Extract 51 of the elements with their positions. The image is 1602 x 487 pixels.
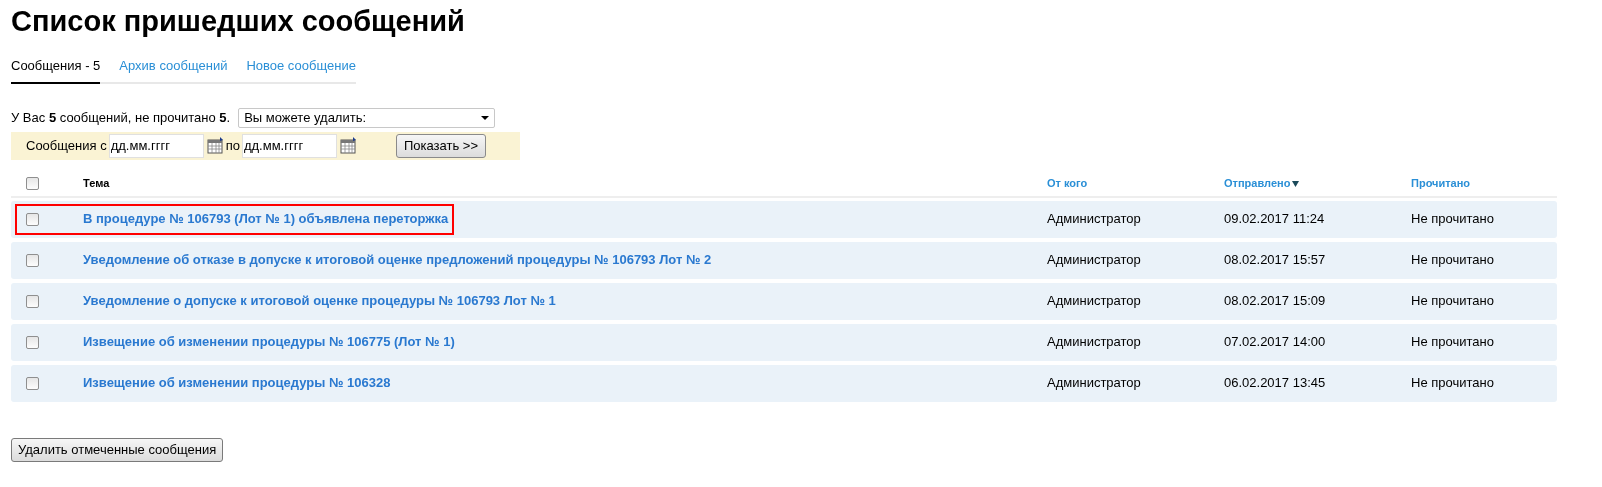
delete-select[interactable]: Вы можете удалить: — [238, 107, 496, 128]
delete-selected-button[interactable]: Удалить отмеченные сообщения — [11, 437, 224, 462]
sent-date-cell-text: 08.02.2017 15:09 — [1224, 292, 1327, 311]
tab[interactable]: Архив сообщений — [119, 56, 228, 84]
sender-cell-text: Администратор — [1047, 210, 1142, 229]
column-header[interactable]: От кого — [1047, 175, 1088, 192]
column-header: Тема — [83, 176, 110, 192]
page-title: Список пришедших сообщений — [11, 4, 466, 38]
read-status-cell-text: Не прочитано — [1411, 210, 1495, 229]
read-status-cell-text: Не прочитано — [1411, 251, 1495, 270]
sender-cell-text: Администратор — [1047, 374, 1142, 393]
checkbox[interactable] — [26, 177, 39, 190]
column-header[interactable]: Отправлено — [1224, 175, 1300, 192]
read-status-cell-text: Не прочитано — [1411, 333, 1495, 352]
checkbox[interactable] — [26, 294, 39, 308]
message-row[interactable]: Извещение об изменении процедуры № 106328 Администратор 06.02.2017 13:45 Не прочитано — [11, 364, 1557, 402]
checkbox[interactable] — [26, 253, 39, 267]
from-label: Сообщения с — [26, 136, 107, 155]
to-label: по — [225, 136, 240, 155]
checkbox[interactable] — [26, 335, 39, 349]
message-subject-link[interactable]: В процедуре № 106793 (Лот № 1) объявлена переторжка — [83, 209, 453, 229]
date-to-field[interactable]: дд.мм.гггг — [241, 133, 337, 158]
sender-cell-text: Администратор — [1047, 251, 1142, 270]
sender-cell-text: Администратор — [1047, 292, 1142, 311]
message-row[interactable]: Уведомление об отказе в допуске к итоговой оценке предложений процедуры № 106793 Лот № 2 Администратор 08.02.2017 15:57 Не прочитано — [11, 241, 1557, 279]
sent-date-cell-text: 08.02.2017 15:57 — [1224, 251, 1327, 270]
checkbox[interactable] — [26, 212, 39, 226]
tab[interactable]: Новое сообщение — [246, 56, 356, 84]
read-status-cell-text: Не прочитано — [1411, 292, 1495, 311]
show-button[interactable]: Показать >> — [395, 133, 486, 158]
tab[interactable]: Сообщения - 5 — [11, 56, 101, 84]
sent-date-cell-text: 06.02.2017 13:45 — [1224, 374, 1327, 393]
dropdown-caret-icon — [481, 115, 490, 120]
sender-cell-text: Администратор — [1047, 333, 1142, 352]
message-row[interactable]: В процедуре № 106793 (Лот № 1) объявлена переторжка Администратор 09.02.2017 11:24 Не прочитано — [11, 200, 1557, 238]
message-subject-link[interactable]: Уведомление об отказе в допуске к итоговой оценке предложений процедуры № 106793 Лот № 2 — [83, 250, 716, 270]
calendar-icon[interactable] — [339, 137, 357, 154]
column-header[interactable]: Прочитано — [1411, 175, 1471, 192]
sent-date-cell-text: 09.02.2017 11:24 — [1224, 210, 1326, 229]
message-summary: У Вас 5 сообщений, не прочитано 5. — [11, 108, 231, 127]
checkbox[interactable] — [26, 376, 39, 390]
calendar-icon[interactable] — [206, 137, 224, 154]
message-subject-link[interactable]: Извещение об изменении процедуры № 106775 (Лот № 1) — [83, 332, 459, 352]
read-status-cell-text: Не прочитано — [1411, 374, 1495, 393]
message-row[interactable]: Уведомление о допуске к итоговой оценке процедуры № 106793 Лот № 1 Администратор 08.02.2017 15:09 Не прочитано — [11, 282, 1557, 320]
sent-date-cell-text: 07.02.2017 14:00 — [1224, 333, 1327, 352]
date-from-field[interactable]: дд.мм.гггг — [108, 133, 204, 158]
message-subject-link[interactable]: Извещение об изменении процедуры № 106328 — [83, 373, 395, 393]
sort-descending-icon — [1292, 180, 1300, 187]
message-subject-link[interactable]: Уведомление о допуске к итоговой оценке процедуры № 106793 Лот № 1 — [83, 291, 560, 311]
message-row[interactable]: Извещение об изменении процедуры № 106775 (Лот № 1) Администратор 07.02.2017 14:00 Не прочитано — [11, 323, 1557, 361]
